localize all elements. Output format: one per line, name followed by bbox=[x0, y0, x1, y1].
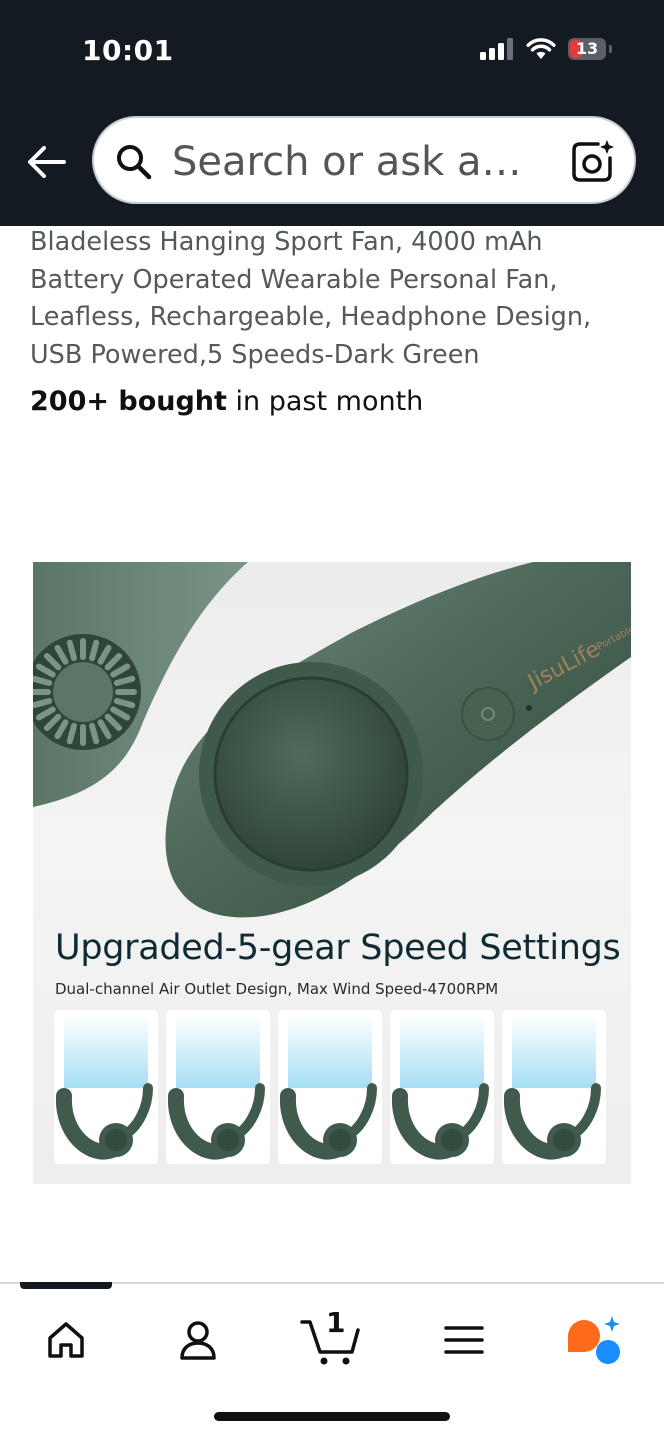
home-indicator bbox=[214, 1412, 450, 1421]
app-header: 10:01 13 bbox=[0, 0, 664, 226]
speed-tile bbox=[54, 1010, 158, 1164]
search-input[interactable] bbox=[172, 138, 532, 186]
speed-tile bbox=[390, 1010, 494, 1164]
wifi-icon bbox=[526, 38, 556, 59]
speed-tile bbox=[166, 1010, 270, 1164]
signal-icon bbox=[480, 38, 513, 60]
nav-account[interactable] bbox=[168, 1310, 228, 1370]
home-icon bbox=[48, 1322, 84, 1358]
nav-menu[interactable] bbox=[434, 1310, 494, 1370]
status-icons: 13 bbox=[480, 38, 612, 60]
nav-cart[interactable]: 1 bbox=[300, 1306, 360, 1370]
product-title[interactable]: Bladeless Hanging Sport Fan, 4000 mAh Ba… bbox=[30, 224, 640, 374]
nav-home[interactable] bbox=[36, 1310, 96, 1370]
bought-count: 200+ bought bbox=[30, 386, 227, 417]
image-subheadline: Dual-channel Air Outlet Design, Max Wind… bbox=[55, 980, 499, 998]
product-image[interactable]: JisuLife Portable Upgraded-5-gear Speed … bbox=[33, 562, 631, 1184]
cart-count: 1 bbox=[326, 1306, 346, 1339]
fan-hero-illustration: JisuLife Portable bbox=[33, 562, 631, 918]
status-time: 10:01 bbox=[82, 34, 174, 67]
active-tab-indicator bbox=[20, 1282, 112, 1289]
nav-rufus[interactable] bbox=[562, 1310, 622, 1370]
speed-level-tiles bbox=[54, 1010, 606, 1164]
bought-suffix: in past month bbox=[226, 386, 424, 417]
bottom-nav-bar: 1 bbox=[0, 1282, 664, 1442]
search-icon[interactable] bbox=[114, 142, 154, 182]
rufus-assistant-icon bbox=[568, 1316, 620, 1364]
menu-icon bbox=[444, 1326, 484, 1354]
person-icon bbox=[180, 1321, 216, 1360]
speed-tile bbox=[502, 1010, 606, 1164]
image-headline: Upgraded-5-gear Speed Settings bbox=[55, 928, 621, 968]
speed-tile bbox=[278, 1010, 382, 1164]
battery-level: 13 bbox=[575, 39, 599, 58]
camera-search-icon[interactable] bbox=[568, 138, 616, 186]
battery-icon: 13 bbox=[568, 38, 612, 60]
back-arrow-icon[interactable] bbox=[24, 140, 68, 184]
bought-count-text: 200+ bought in past month bbox=[30, 386, 423, 417]
search-bar[interactable] bbox=[92, 116, 636, 204]
